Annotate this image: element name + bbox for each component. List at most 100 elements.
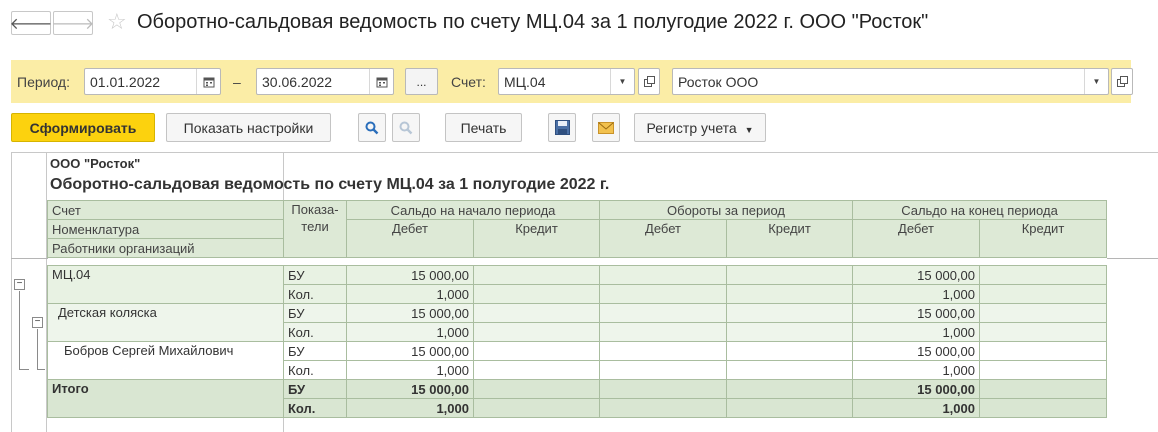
opening-credit-cell[interactable]	[473, 360, 600, 380]
collapse-group-icon[interactable]: −	[32, 317, 43, 328]
table-row[interactable]: МЦ.04 БУ 15 000,00 15 000,00	[47, 265, 1107, 304]
opening-debit-cell[interactable]: 1,000	[346, 360, 474, 380]
closing-credit-cell[interactable]	[979, 341, 1107, 361]
closing-credit-cell[interactable]	[979, 360, 1107, 380]
indicator-cell: БУ	[283, 265, 347, 285]
closing-credit-cell[interactable]	[979, 379, 1107, 399]
closing-credit-cell[interactable]	[979, 265, 1107, 285]
closing-debit-cell[interactable]: 1,000	[852, 284, 980, 304]
opening-debit-cell[interactable]: 1,000	[346, 284, 474, 304]
table-row[interactable]: Детская коляска БУ 15 000,00 15 000,00	[47, 303, 1107, 342]
search-refresh-button[interactable]	[392, 113, 420, 142]
opening-debit-cell[interactable]: 1,000	[346, 322, 474, 342]
closing-debit-cell[interactable]: 15 000,00	[852, 341, 980, 361]
row-name[interactable]: МЦ.04	[47, 265, 284, 304]
dropdown-arrow-icon[interactable]: ▼	[610, 69, 634, 94]
turnover-credit-cell[interactable]	[726, 341, 853, 361]
open-account-button[interactable]	[638, 68, 660, 95]
closing-credit-cell[interactable]	[979, 322, 1107, 342]
opening-debit-cell[interactable]: 15 000,00	[346, 341, 474, 361]
open-organization-button[interactable]	[1111, 68, 1133, 95]
register-button[interactable]: Регистр учета ▼	[634, 113, 766, 142]
turnover-credit-cell[interactable]	[726, 379, 853, 399]
report-area: ООО "Росток" Оборотно-сальдовая ведомост…	[0, 152, 1158, 432]
total-row[interactable]: Итого БУ 15 000,00 15 000,00	[47, 379, 1107, 418]
row-name[interactable]: Детская коляска	[47, 303, 284, 342]
calendar-icon[interactable]	[369, 69, 393, 94]
forward-button[interactable]: 🡒	[51, 11, 95, 35]
search-button[interactable]	[358, 113, 386, 142]
table-row[interactable]: Бобров Сергей Михайлович БУ 15 000,00 15…	[47, 341, 1107, 380]
period-label: Период:	[17, 74, 70, 90]
search-refresh-icon	[399, 121, 413, 134]
period-dash: –	[233, 74, 241, 90]
turnover-debit-cell[interactable]	[599, 322, 727, 342]
closing-credit-cell[interactable]	[979, 398, 1107, 418]
turnover-debit-cell[interactable]	[599, 265, 727, 285]
turnover-credit-cell[interactable]	[726, 322, 853, 342]
turnover-debit-cell[interactable]	[599, 398, 727, 418]
indicator-cell: Кол.	[283, 398, 347, 418]
opening-credit-cell[interactable]	[473, 379, 600, 399]
turnover-credit-cell[interactable]	[726, 360, 853, 380]
turnover-debit-cell[interactable]	[599, 341, 727, 361]
opening-debit-cell[interactable]: 15 000,00	[346, 303, 474, 323]
header-nomenclature: Номенклатура	[47, 219, 284, 239]
report-table: Счет Показа- тели Сальдо на начало перио…	[47, 200, 1107, 418]
closing-debit-cell[interactable]: 1,000	[852, 398, 980, 418]
arrow-right-icon: 🡒	[51, 15, 95, 33]
closing-credit-cell[interactable]	[979, 303, 1107, 323]
closing-debit-cell[interactable]: 15 000,00	[852, 265, 980, 285]
header-credit: Кредит	[473, 219, 600, 258]
organization-field[interactable]: Росток ООО ▼	[672, 68, 1109, 95]
header-credit: Кредит	[979, 219, 1107, 258]
opening-debit-cell[interactable]: 15 000,00	[346, 379, 474, 399]
closing-debit-cell[interactable]: 1,000	[852, 360, 980, 380]
closing-credit-cell[interactable]	[979, 284, 1107, 304]
closing-debit-cell[interactable]: 1,000	[852, 322, 980, 342]
email-button[interactable]	[592, 113, 620, 142]
turnover-debit-cell[interactable]	[599, 379, 727, 399]
closing-debit-cell[interactable]: 15 000,00	[852, 303, 980, 323]
open-window-icon	[1116, 76, 1128, 87]
save-icon	[554, 120, 570, 135]
opening-credit-cell[interactable]	[473, 322, 600, 342]
opening-credit-cell[interactable]	[473, 265, 600, 285]
date-to-value: 30.06.2022	[262, 74, 333, 90]
save-button[interactable]	[548, 113, 576, 142]
turnover-credit-cell[interactable]	[726, 265, 853, 285]
indicator-cell: Кол.	[283, 284, 347, 304]
show-settings-button[interactable]: Показать настройки	[166, 113, 331, 142]
turnover-debit-cell[interactable]	[599, 284, 727, 304]
turnover-credit-cell[interactable]	[726, 303, 853, 323]
opening-credit-cell[interactable]	[473, 398, 600, 418]
favorite-star-icon[interactable]: ☆	[107, 9, 127, 35]
turnover-debit-cell[interactable]	[599, 303, 727, 323]
calendar-icon[interactable]	[196, 69, 220, 94]
turnover-credit-cell[interactable]	[726, 284, 853, 304]
envelope-icon	[598, 121, 614, 134]
turnover-credit-cell[interactable]	[726, 398, 853, 418]
header-employees: Работники организаций	[47, 238, 284, 258]
print-button[interactable]: Печать	[445, 113, 522, 142]
row-name[interactable]: Бобров Сергей Михайлович	[47, 341, 284, 380]
back-button[interactable]: 🡐	[10, 11, 52, 35]
turnover-debit-cell[interactable]	[599, 360, 727, 380]
opening-credit-cell[interactable]	[473, 341, 600, 361]
account-field[interactable]: МЦ.04 ▼	[498, 68, 635, 95]
opening-debit-cell[interactable]: 15 000,00	[346, 265, 474, 285]
generate-button[interactable]: Сформировать	[11, 113, 155, 142]
opening-credit-cell[interactable]	[473, 284, 600, 304]
header-opening-balance: Сальдо на начало периода	[346, 200, 600, 220]
period-select-button[interactable]: ...	[405, 68, 438, 95]
collapse-group-icon[interactable]: −	[14, 279, 25, 290]
indicator-cell: БУ	[283, 303, 347, 323]
search-icon	[365, 121, 379, 134]
date-from-field[interactable]: 01.01.2022	[84, 68, 221, 95]
date-to-field[interactable]: 30.06.2022	[256, 68, 394, 95]
register-label: Регистр учета	[646, 120, 737, 136]
opening-debit-cell[interactable]: 1,000	[346, 398, 474, 418]
dropdown-arrow-icon[interactable]: ▼	[1084, 69, 1108, 94]
closing-debit-cell[interactable]: 15 000,00	[852, 379, 980, 399]
opening-credit-cell[interactable]	[473, 303, 600, 323]
